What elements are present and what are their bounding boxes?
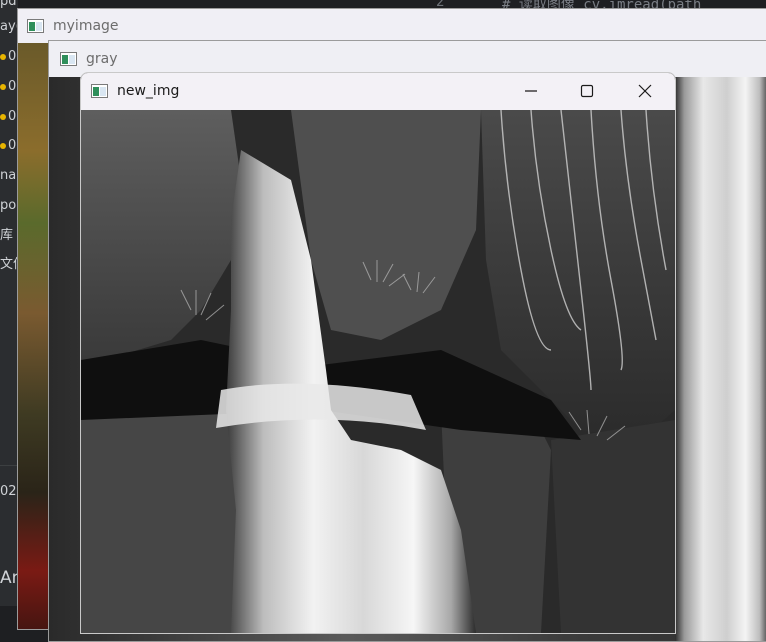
titlebar[interactable]: new_img [81, 73, 675, 110]
waterfall-grayscale-image [81, 110, 675, 633]
image-canvas [81, 110, 675, 633]
ide-row[interactable]: nag [0, 166, 18, 186]
ide-row[interactable]: 0 [0, 107, 18, 127]
app-window-icon [60, 52, 77, 66]
minimize-icon [525, 90, 537, 92]
ide-row[interactable]: 0 [0, 77, 18, 97]
window-title: myimage [53, 18, 119, 34]
ide-row[interactable]: 文件 [0, 255, 18, 275]
ide-row[interactable]: pd green [0, 0, 18, 12]
ide-row[interactable]: 02 [0, 482, 18, 502]
status-dot-icon [0, 83, 6, 90]
ide-row[interactable]: 0 [0, 136, 18, 156]
ide-row[interactable]: An [0, 568, 18, 588]
maximize-button[interactable] [558, 73, 616, 110]
waterfall-region [675, 77, 766, 641]
status-dot-icon [0, 53, 6, 60]
app-window-icon [91, 84, 108, 98]
status-dot-icon [0, 142, 6, 149]
titlebar[interactable]: myimage [18, 9, 766, 43]
ide-sidebar: pd green ay( 0 0 0 0 nag po 库 文件 02 An [0, 0, 18, 606]
close-button[interactable] [616, 73, 674, 110]
window-new-img[interactable]: new_img [80, 72, 676, 634]
ide-row[interactable]: 0 [0, 47, 18, 67]
status-dot-icon [0, 113, 6, 120]
ide-row[interactable]: 库 [0, 226, 18, 246]
window-title: new_img [117, 83, 180, 99]
close-icon [638, 84, 652, 98]
maximize-icon [580, 84, 594, 98]
divider [0, 465, 18, 466]
ide-row[interactable]: po [0, 196, 18, 216]
ide-row[interactable]: ay( [0, 17, 18, 37]
window-title: gray [86, 51, 118, 67]
app-window-icon [27, 19, 44, 33]
minimize-button[interactable] [502, 73, 560, 110]
